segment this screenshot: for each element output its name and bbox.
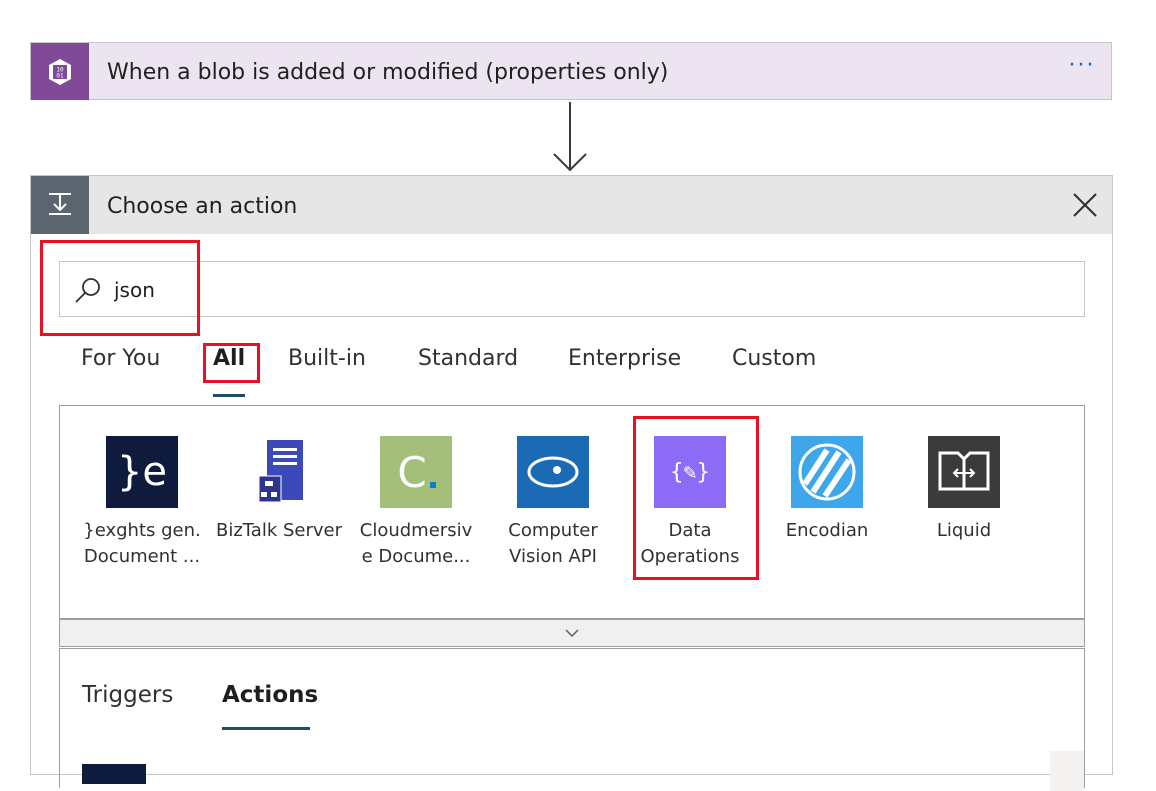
panel-title: Choose an action xyxy=(107,194,298,219)
connector-label: Liquid xyxy=(936,520,992,541)
tab-custom[interactable]: Custom xyxy=(732,346,816,371)
connector-label: Encodian xyxy=(785,520,869,541)
connector-grid: }e }exghts gen. Document ... BizTalk Ser… xyxy=(59,405,1085,619)
choose-action-panel: Choose an action For You All Built-in St… xyxy=(30,175,1113,791)
more-options-icon[interactable]: ··· xyxy=(1067,55,1097,85)
svg-text:C: C xyxy=(397,448,426,497)
tab-for-you[interactable]: For You xyxy=(81,346,160,371)
scrollbar[interactable] xyxy=(1050,751,1084,791)
tab-triggers[interactable]: Triggers xyxy=(82,682,173,708)
trigger-title: When a blob is added or modified (proper… xyxy=(107,60,669,85)
biztalk-server-icon xyxy=(243,436,315,508)
svg-text:01: 01 xyxy=(56,72,64,79)
liquid-transform-icon xyxy=(928,436,1000,508)
panel-header: Choose an action xyxy=(31,176,1112,234)
trigger-card[interactable]: 10 01 When a blob is added or modified (… xyxy=(30,42,1112,100)
tab-standard[interactable]: Standard xyxy=(418,346,518,371)
search-icon xyxy=(75,278,100,303)
active-subtab-indicator xyxy=(222,727,310,730)
action-icon xyxy=(31,176,89,234)
connector-label: Cloudmersiv e Docume... xyxy=(359,520,473,567)
encodian-stripes-icon xyxy=(791,436,863,508)
cloudmersive-icon: C xyxy=(380,436,452,508)
exghts-icon: }e xyxy=(106,436,178,508)
connector-label: BizTalk Server xyxy=(215,520,343,541)
connector-liquid[interactable]: Liquid xyxy=(899,436,1029,544)
results-pane: Triggers Actions xyxy=(59,648,1085,791)
flow-arrow-icon xyxy=(553,102,587,172)
connector-data-operations[interactable]: {✎} Data Operations xyxy=(625,436,755,570)
data-operations-braces-icon: {✎} xyxy=(654,436,726,508)
connector-cloudmersive[interactable]: C Cloudmersiv e Docume... xyxy=(351,436,481,570)
connector-exghts[interactable]: }e }exghts gen. Document ... xyxy=(77,436,207,570)
connector-encodian[interactable]: Encodian xyxy=(762,436,892,544)
connector-label: Computer Vision API xyxy=(508,520,598,567)
connector-label: Data Operations xyxy=(640,520,740,567)
close-icon[interactable] xyxy=(1072,192,1098,218)
chevron-down-icon xyxy=(565,629,579,638)
computer-vision-eye-icon xyxy=(517,436,589,508)
blob-storage-icon: 10 01 xyxy=(31,43,89,100)
tab-built-in[interactable]: Built-in xyxy=(288,346,366,371)
tab-enterprise[interactable]: Enterprise xyxy=(568,346,681,371)
active-tab-indicator xyxy=(213,394,245,397)
connector-biztalk-server[interactable]: BizTalk Server xyxy=(214,436,344,544)
expand-connectors-button[interactable] xyxy=(59,619,1085,647)
connector-label: }exghts gen. Document ... xyxy=(83,520,201,567)
search-box[interactable] xyxy=(59,261,1085,317)
result-item-icon xyxy=(82,764,146,784)
tab-all[interactable]: All xyxy=(213,346,245,371)
connector-computer-vision[interactable]: Computer Vision API xyxy=(488,436,618,570)
tab-actions[interactable]: Actions xyxy=(222,682,318,708)
search-input[interactable] xyxy=(112,274,1016,306)
